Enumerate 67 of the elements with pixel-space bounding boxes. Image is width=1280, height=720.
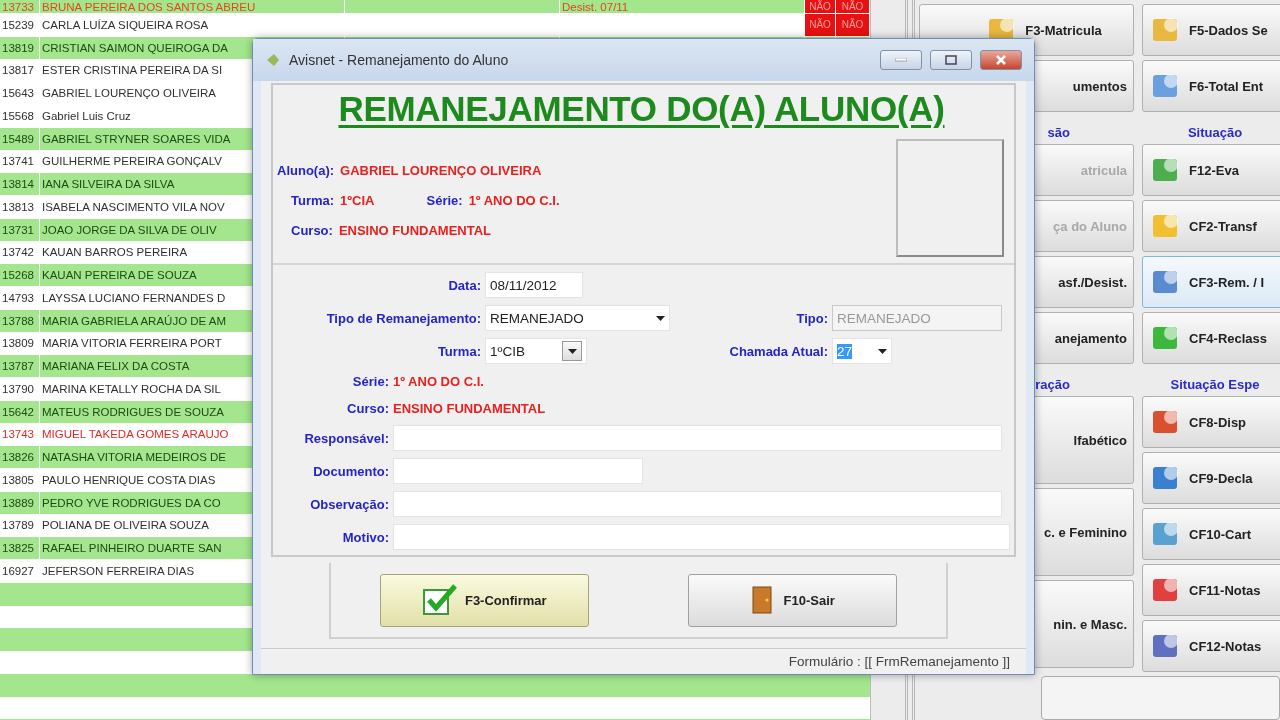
panel-button[interactable]: CF4-Reclass: [1142, 312, 1280, 364]
field-label: Série:: [351, 373, 390, 389]
id-cell: 13819: [0, 36, 40, 60]
section-heading: ração: [1035, 377, 1070, 392]
flag-cell: NÃO: [805, 0, 836, 14]
id-cell: 16927: [0, 560, 40, 583]
section-heading: Situação: [1187, 125, 1243, 140]
date-field[interactable]: 08/11/2012: [485, 272, 583, 298]
minimize-icon: [895, 58, 907, 62]
name-cell: CARLA LUÍZA SIQUEIRA ROSA: [40, 14, 345, 37]
status-bar: Formulário : [[ FrmRemanejamento ]]: [261, 648, 1026, 674]
exit-button[interactable]: F10-Sair: [687, 573, 897, 627]
field-value: ENSINO FUNDAMENTAL: [393, 400, 546, 416]
panel-button[interactable]: CF8-Disp: [1142, 396, 1280, 448]
id-cell: 13805: [0, 469, 40, 492]
flag-cell: NÃO: [836, 14, 870, 37]
id-cell: 13889: [0, 491, 40, 515]
id-cell: 15239: [0, 14, 40, 37]
panel-button[interactable]: CF12-Notas: [1142, 620, 1280, 672]
field-label: Turma:: [291, 193, 335, 208]
field-value: 1º ANO DO C.I.: [468, 193, 560, 208]
field-label: Curso:: [346, 400, 390, 416]
field-label: Curso:: [291, 223, 333, 238]
section-heading: são: [1047, 125, 1070, 140]
panel-button[interactable]: CF2-Transf: [1142, 200, 1280, 252]
flag-cell: NÃO: [805, 14, 836, 37]
close-button[interactable]: [980, 50, 1022, 70]
caret-icon: [656, 315, 665, 321]
input-field[interactable]: [393, 491, 1002, 517]
panel-button[interactable]: F5-Dados Se: [1142, 4, 1280, 56]
field-value: 1º ANO DO C.I.: [393, 373, 484, 389]
panel-button[interactable]: CF3-Rem. / I: [1142, 256, 1280, 308]
class-dropdown[interactable]: 1ºCIB: [485, 338, 587, 364]
caret-icon: [878, 348, 887, 354]
id-cell: 13790: [0, 378, 40, 401]
panel-button[interactable]: F6-Total Ent: [1142, 60, 1280, 112]
checkmark-icon: [422, 584, 457, 616]
id-cell: 13731: [0, 218, 40, 242]
maximize-button[interactable]: [930, 50, 972, 70]
field-label: Chamada Atual:: [728, 343, 829, 359]
panel-button[interactable]: F12-Eva: [1142, 144, 1280, 196]
input-field[interactable]: [393, 524, 1010, 550]
id-cell: 15642: [0, 400, 40, 424]
panel-button[interactable]: CF9-Decla: [1142, 452, 1280, 504]
input-field[interactable]: [393, 425, 1002, 451]
field-label: Série:: [426, 193, 463, 208]
dropdown-button[interactable]: [562, 341, 582, 361]
id-cell: 13813: [0, 196, 40, 219]
type-dropdown[interactable]: REMANEJADO: [485, 305, 670, 331]
maximize-icon: [945, 55, 957, 65]
id-cell: 15489: [0, 127, 40, 151]
id-cell: 14793: [0, 287, 40, 310]
minimize-button[interactable]: [880, 50, 922, 70]
panel-button[interactable]: CF11-Notas: [1142, 564, 1280, 616]
id-cell: 15568: [0, 105, 40, 128]
section-heading: Situação Espe: [1170, 377, 1260, 392]
student-row[interactable]: 15239 CARLA LUÍZA SIQUEIRA ROSA NÃO NÃO: [0, 14, 870, 37]
panel-button[interactable]: CF10-Cart: [1142, 508, 1280, 560]
field-label: Tipo:: [795, 310, 829, 326]
close-icon: [995, 54, 1007, 66]
id-cell: 13788: [0, 309, 40, 333]
app-icon: [265, 52, 281, 68]
field-label: Turma:: [436, 343, 482, 359]
flag-cell: NÃO: [836, 0, 870, 14]
input-field[interactable]: [393, 458, 643, 484]
confirm-button[interactable]: F3-Confirmar: [380, 573, 590, 627]
field-label: Data:: [447, 277, 482, 293]
